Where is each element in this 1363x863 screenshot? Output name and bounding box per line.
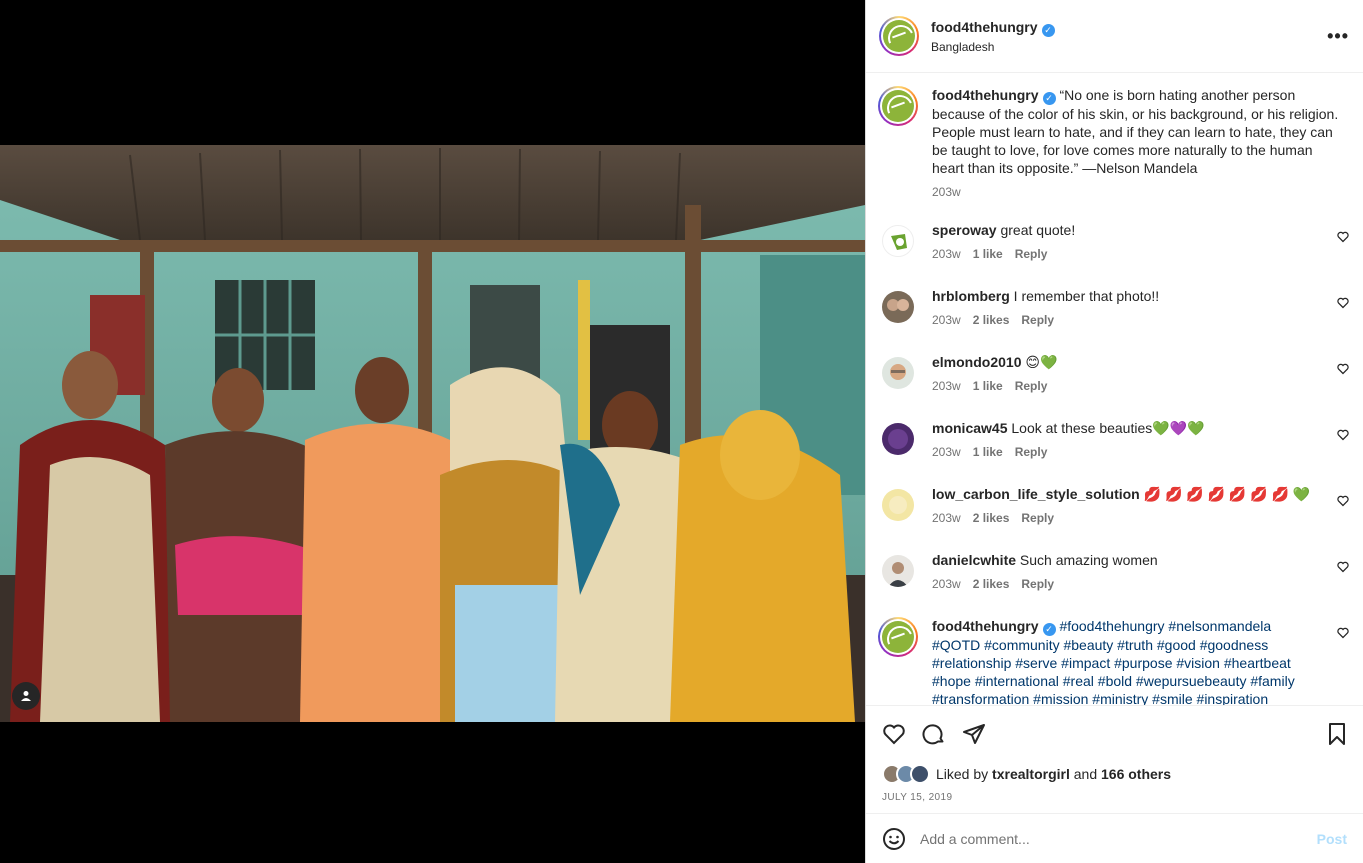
liked-and-label: and bbox=[1073, 766, 1098, 782]
liked-by-user[interactable]: txrealtorgirl bbox=[992, 766, 1070, 782]
profile-avatar[interactable] bbox=[879, 16, 919, 56]
share-paper-plane-icon[interactable] bbox=[962, 722, 986, 746]
photo-women-bangladesh bbox=[0, 145, 865, 722]
comment-text: I remember that photo!! bbox=[1013, 288, 1160, 304]
commenter-avatar[interactable] bbox=[882, 555, 914, 587]
heart-icon[interactable] bbox=[1337, 495, 1349, 507]
commenter-avatar[interactable] bbox=[882, 357, 914, 389]
reply-button[interactable]: Reply bbox=[1015, 379, 1048, 393]
comment-time[interactable]: 203w bbox=[932, 313, 961, 327]
food4thehungry-logo-icon bbox=[883, 20, 915, 52]
more-options-button[interactable]: ••• bbox=[1327, 26, 1349, 47]
caption-time[interactable]: 203w bbox=[932, 185, 961, 199]
emoji-icon[interactable] bbox=[882, 827, 906, 851]
comment-time[interactable]: 203w bbox=[932, 247, 961, 261]
comment-username[interactable]: food4thehungry bbox=[932, 618, 1039, 634]
liked-by-label: Liked by bbox=[936, 766, 989, 782]
comments-list[interactable]: food4thehungry ✓ “No one is born hating a… bbox=[866, 74, 1363, 705]
comment-item: monicaw45 Look at these beauties💚💜💚 203w… bbox=[878, 419, 1349, 485]
comment-text: 💋 💋 💋 💋 💋 💋 💋 💚 bbox=[1143, 486, 1311, 502]
comment-text: Look at these beauties💚💜💚 bbox=[1011, 420, 1205, 436]
comment-time[interactable]: 203w bbox=[932, 511, 961, 525]
commenter-avatar[interactable] bbox=[882, 225, 914, 257]
hashtags-comment: food4thehungry ✓ #food4thehungry #nelsonm… bbox=[878, 617, 1349, 705]
verified-badge-icon: ✓ bbox=[1042, 92, 1056, 105]
caption-avatar[interactable] bbox=[878, 86, 918, 126]
comment-time[interactable]: 203w bbox=[932, 445, 961, 459]
likes-summary: Liked by txrealtorgirl and 166 others bbox=[882, 764, 1349, 784]
like-heart-icon[interactable] bbox=[882, 722, 906, 746]
heart-icon[interactable] bbox=[1337, 297, 1349, 309]
heart-icon[interactable] bbox=[1337, 363, 1349, 375]
reply-button[interactable]: Reply bbox=[1021, 511, 1054, 525]
comment-item: hrblomberg I remember that photo!! 203w 2… bbox=[878, 287, 1349, 353]
comment-username[interactable]: hrblomberg bbox=[932, 288, 1010, 304]
comment-item: danielcwhite Such amazing women 203w 2 li… bbox=[878, 551, 1349, 617]
liker-avatars[interactable] bbox=[882, 764, 930, 784]
post-comment-button[interactable]: Post bbox=[1317, 831, 1347, 847]
commenter-avatar[interactable] bbox=[882, 291, 914, 323]
post-actions: Liked by txrealtorgirl and 166 others JU… bbox=[866, 705, 1363, 813]
comment-username[interactable]: monicaw45 bbox=[932, 420, 1007, 436]
heart-icon[interactable] bbox=[1337, 231, 1349, 243]
comment-text: great quote! bbox=[1000, 222, 1076, 238]
author-username[interactable]: food4thehungry bbox=[931, 19, 1038, 35]
comment-text: 😊💚 bbox=[1025, 354, 1058, 370]
post-location[interactable]: Bangladesh bbox=[931, 40, 1327, 54]
verified-badge-icon: ✓ bbox=[1041, 23, 1055, 37]
comment-time[interactable]: 203w bbox=[932, 379, 961, 393]
verified-badge-icon: ✓ bbox=[1042, 623, 1056, 636]
comment-likes[interactable]: 1 like bbox=[973, 379, 1003, 393]
comment-username[interactable]: speroway bbox=[932, 222, 997, 238]
post-header: food4thehungry ✓ Bangladesh ••• bbox=[866, 0, 1363, 73]
commenter-avatar[interactable] bbox=[882, 489, 914, 521]
food4thehungry-logo-icon bbox=[882, 621, 914, 653]
post-date[interactable]: JULY 15, 2019 bbox=[882, 792, 1349, 803]
comment-likes[interactable]: 2 likes bbox=[973, 577, 1010, 591]
heart-icon[interactable] bbox=[1337, 627, 1349, 639]
comment-likes[interactable]: 1 like bbox=[973, 247, 1003, 261]
commenter-avatar[interactable] bbox=[878, 617, 918, 657]
post-caption: food4thehungry ✓ “No one is born hating a… bbox=[878, 86, 1349, 201]
comment-username[interactable]: elmondo2010 bbox=[932, 354, 1021, 370]
post-media bbox=[0, 0, 865, 863]
post-photo[interactable] bbox=[0, 145, 865, 722]
tagged-people-button[interactable] bbox=[12, 682, 40, 710]
bookmark-icon[interactable] bbox=[1325, 722, 1349, 746]
heart-icon[interactable] bbox=[1337, 561, 1349, 573]
comment-item: speroway great quote! 203w 1 like Reply bbox=[878, 221, 1349, 287]
reply-button[interactable]: Reply bbox=[1015, 445, 1048, 459]
comment-username[interactable]: low_carbon_life_style_solution bbox=[932, 486, 1140, 502]
reply-button[interactable]: Reply bbox=[1021, 313, 1054, 327]
commenter-avatar[interactable] bbox=[882, 423, 914, 455]
food4thehungry-logo-icon bbox=[882, 90, 914, 122]
comment-item: low_carbon_life_style_solution 💋 💋 💋 💋 💋… bbox=[878, 485, 1349, 551]
reply-button[interactable]: Reply bbox=[1021, 577, 1054, 591]
comment-likes[interactable]: 2 likes bbox=[973, 511, 1010, 525]
liker-avatar bbox=[910, 764, 930, 784]
add-comment-bar: Post bbox=[866, 813, 1363, 863]
comment-item: elmondo2010 😊💚 203w 1 like Reply bbox=[878, 353, 1349, 419]
heart-icon[interactable] bbox=[1337, 429, 1349, 441]
comment-username[interactable]: danielcwhite bbox=[932, 552, 1016, 568]
comment-input[interactable] bbox=[920, 830, 1317, 847]
comment-time[interactable]: 203w bbox=[932, 577, 961, 591]
liked-others-count[interactable]: 166 others bbox=[1101, 766, 1171, 782]
comment-likes[interactable]: 1 like bbox=[973, 445, 1003, 459]
caption-username[interactable]: food4thehungry bbox=[932, 87, 1039, 103]
comment-bubble-icon[interactable] bbox=[922, 722, 946, 746]
reply-button[interactable]: Reply bbox=[1015, 247, 1048, 261]
comment-likes[interactable]: 2 likes bbox=[973, 313, 1010, 327]
post-details-panel: food4thehungry ✓ Bangladesh ••• food4theh… bbox=[865, 0, 1363, 863]
user-icon bbox=[21, 691, 31, 701]
comment-text: Such amazing women bbox=[1019, 552, 1158, 568]
